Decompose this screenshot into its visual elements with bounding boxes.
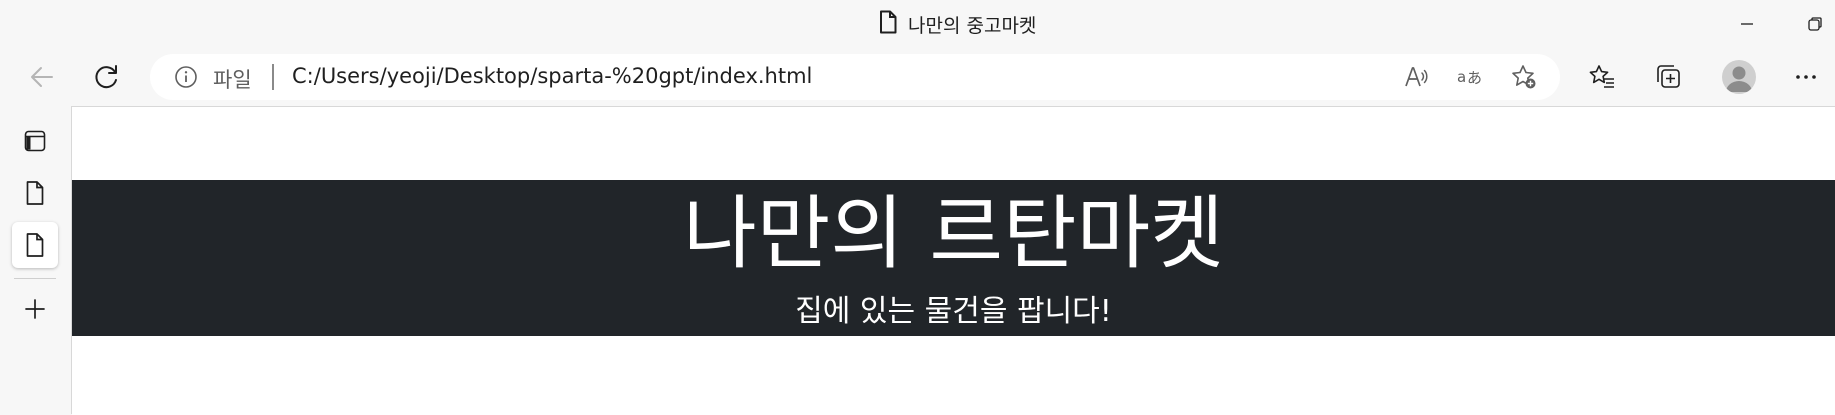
minimize-icon <box>1741 23 1753 25</box>
address-separator <box>272 64 274 90</box>
add-favorite-icon[interactable] <box>1510 63 1538 91</box>
page-content: 나만의 르탄마켓 집에 있는 물건을 팝니다! <box>72 106 1835 415</box>
page-icon <box>878 10 898 39</box>
protocol-label: 파일 <box>213 68 252 92</box>
more-button[interactable] <box>1786 57 1826 97</box>
back-button[interactable] <box>22 57 62 97</box>
tab-actions-icon <box>24 130 46 152</box>
hero-subtitle: 집에 있는 물건을 팝니다! <box>795 294 1112 329</box>
more-icon <box>1796 75 1816 79</box>
svg-text:a: a <box>1457 68 1466 86</box>
address-bar[interactable]: 파일 C:/Users/yeoji/Desktop/sparta-%20gpt/… <box>150 54 1560 100</box>
back-icon <box>31 67 53 87</box>
favorites-icon <box>1589 65 1614 88</box>
refresh-button[interactable] <box>87 57 127 97</box>
window-title-group: 나만의 중고마켓 <box>878 10 1037 39</box>
translate-icon[interactable]: aあ <box>1456 63 1484 91</box>
browser-toolbar: 파일 C:/Users/yeoji/Desktop/sparta-%20gpt/… <box>0 48 1835 106</box>
collections-icon <box>1657 65 1680 88</box>
collections-button[interactable] <box>1648 57 1688 97</box>
restore-button[interactable] <box>1800 10 1830 38</box>
info-icon[interactable] <box>174 65 198 89</box>
vertical-tabs-sidebar <box>0 106 72 414</box>
minimize-button[interactable] <box>1732 10 1762 38</box>
title-bar: 나만의 중고마켓 <box>0 0 1835 48</box>
profile-icon[interactable] <box>1722 60 1756 94</box>
read-aloud-icon[interactable] <box>1402 63 1430 91</box>
sidebar-tab-2-active[interactable] <box>12 222 58 268</box>
new-tab-button[interactable] <box>12 286 58 332</box>
window-title: 나만의 중고마켓 <box>908 14 1037 37</box>
tab-page-icon <box>26 181 44 205</box>
svg-text:あ: あ <box>1467 69 1482 87</box>
tab-actions-button[interactable] <box>12 118 58 164</box>
add-tab-icon <box>25 299 45 319</box>
refresh-icon <box>95 65 117 89</box>
sidebar-divider <box>14 278 56 279</box>
url-text[interactable]: C:/Users/yeoji/Desktop/sparta-%20gpt/ind… <box>292 64 812 88</box>
hero-title: 나만의 르탄마켓 <box>683 187 1224 280</box>
restore-icon <box>1808 17 1822 31</box>
tab-page-icon <box>26 233 44 257</box>
sidebar-tab-1[interactable] <box>12 170 58 216</box>
hero-banner: 나만의 르탄마켓 집에 있는 물건을 팝니다! <box>72 180 1835 336</box>
favorites-button[interactable] <box>1582 57 1622 97</box>
